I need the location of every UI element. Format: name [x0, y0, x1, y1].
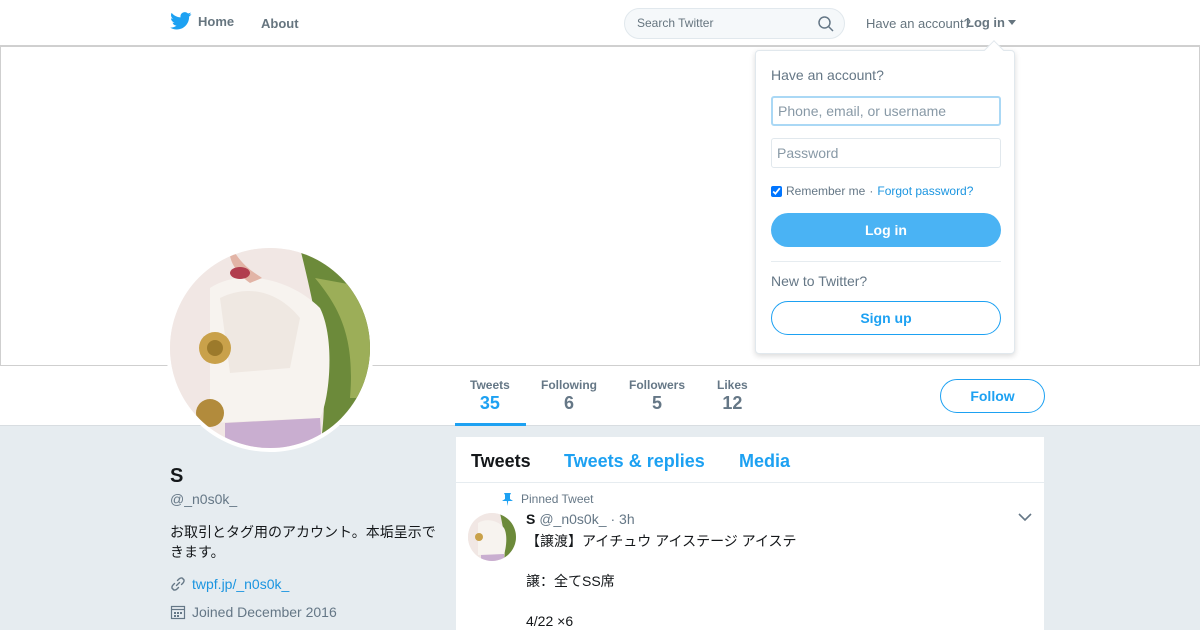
remember-me-label[interactable]: Remember me [786, 184, 865, 198]
avatar-photo [170, 248, 370, 448]
follow-button[interactable]: Follow [940, 379, 1045, 413]
tweet-text-line [526, 591, 1006, 611]
caret-down-icon [1008, 20, 1016, 25]
stat-value: 12 [722, 393, 743, 413]
remember-me-row: Remember me · Forgot password? [771, 184, 973, 198]
stat-following[interactable]: Following 6 [541, 378, 597, 414]
tweet-avatar-photo [468, 513, 516, 561]
new-to-twitter-text: New to Twitter? [771, 273, 868, 289]
remember-me-checkbox[interactable] [771, 185, 782, 197]
tweet-text-line: 譲：全てSS席 [526, 573, 615, 589]
profile-avatar[interactable] [166, 244, 374, 452]
stat-label: Followers [629, 378, 686, 392]
tweet-text-line: 4/22 ×6 [526, 613, 574, 629]
login-dropdown-title: Have an account? [771, 67, 884, 83]
stat-value: 6 [563, 393, 574, 413]
profile-link[interactable]: twpf.jp/_n0s0k_ [170, 576, 289, 592]
top-navigation: Home About Have an account? Log in [0, 0, 1200, 46]
signup-button[interactable]: Sign up [771, 301, 1001, 335]
timeline-tabs: Tweets Tweets & replies Media [456, 437, 1044, 483]
calendar-icon [170, 605, 186, 620]
stat-followers[interactable]: Followers 5 [629, 378, 685, 414]
login-button[interactable]: Log in [771, 213, 1001, 247]
profile-bio: お取引とタグ用のアカウント。本垢呈示できます。 [170, 524, 436, 560]
pin-icon [502, 492, 513, 506]
stat-tweets[interactable]: Tweets 35 [470, 378, 510, 414]
tweet-author-name[interactable]: S [526, 511, 535, 527]
separator-dot: · [869, 184, 874, 198]
chevron-down-icon[interactable] [1018, 513, 1032, 522]
password-field[interactable] [771, 138, 1001, 168]
tweet-text: 【譲渡】アイチュウ アイステージ アイステ 譲：全てSS席 4/22 ×6 [526, 531, 1006, 630]
divider [771, 261, 1001, 262]
search-icon[interactable] [818, 16, 834, 32]
tab-tweets[interactable]: Tweets [471, 451, 531, 472]
tab-media[interactable]: Media [739, 451, 790, 472]
tweet-author-handle[interactable]: @_n0s0k_ [539, 511, 606, 527]
link-icon [171, 577, 185, 591]
timeline: Tweets Tweets & replies Media Pinned Twe… [456, 437, 1044, 630]
nav-home-label: Home [198, 13, 235, 29]
login-dropdown-toggle[interactable]: Log in [966, 15, 1016, 30]
profile-name: S [170, 465, 184, 487]
tweet-text-line: 【譲渡】アイチュウ アイステージ アイステ [526, 533, 797, 549]
pinned-label: Pinned Tweet [521, 492, 594, 506]
stat-label: Likes [717, 378, 748, 392]
login-toggle-label: Log in [966, 15, 1005, 30]
search-box [624, 8, 845, 39]
nav-about[interactable]: About [261, 16, 299, 31]
stat-value: 35 [479, 393, 500, 413]
active-stat-underline [455, 423, 526, 426]
tab-tweets-replies[interactable]: Tweets & replies [564, 451, 705, 472]
tweet-timestamp[interactable]: · 3h [611, 511, 635, 527]
stat-value: 5 [652, 393, 663, 413]
pinned-tweet-context: Pinned Tweet [502, 492, 594, 506]
stat-label: Tweets [470, 378, 510, 392]
nav-home[interactable]: Home [170, 12, 234, 30]
login-dropdown: Have an account? Remember me · Forgot pa… [755, 50, 1015, 354]
profile-joined: Joined December 2016 [170, 604, 337, 620]
tweet-header: S @_n0s0k_ · 3h [526, 511, 635, 527]
search-input[interactable] [637, 16, 807, 30]
profile-joined-text: Joined December 2016 [192, 604, 337, 620]
profile-handle[interactable]: @_n0s0k_ [170, 491, 237, 507]
profile-link-text: twpf.jp/_n0s0k_ [192, 576, 290, 592]
tweet-text-line [526, 551, 1006, 571]
stat-likes[interactable]: Likes 12 [717, 378, 748, 414]
have-account-text: Have an account? [866, 16, 971, 31]
pinned-tweet[interactable]: Pinned Tweet S @_n0s0k_ · 3h 【譲渡】アイチュウ ア… [456, 483, 1044, 630]
username-field[interactable] [771, 96, 1001, 126]
forgot-password-link[interactable]: Forgot password? [877, 184, 973, 198]
stat-label: Following [541, 378, 597, 392]
twitter-bird-icon [170, 12, 192, 30]
tweet-avatar[interactable] [468, 513, 516, 561]
